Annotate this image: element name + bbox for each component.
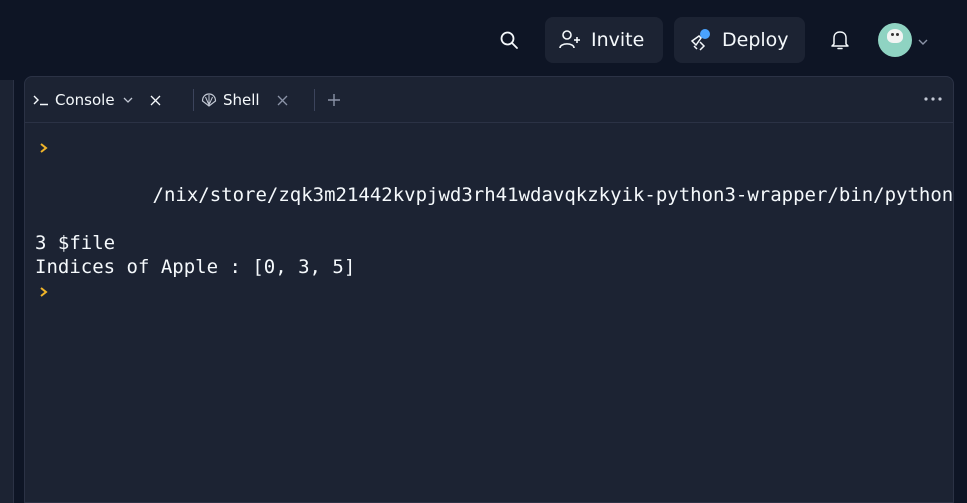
tab-divider (314, 89, 315, 111)
deploy-button[interactable]: Deploy (674, 17, 805, 63)
side-panel-edge (0, 80, 14, 503)
plus-icon (328, 94, 340, 106)
bell-icon[interactable] (828, 27, 852, 53)
tab-shell[interactable]: Shell (201, 77, 311, 123)
deploy-label: Deploy (722, 29, 789, 51)
top-bar: Invite Deploy (0, 0, 967, 80)
add-tab-button[interactable] (324, 90, 344, 110)
console-line-text: /nix/store/zqk3m21442kvpjwd3rh41wdavqkzk… (152, 184, 954, 206)
console-panel: Console Shell /nix/store/zqk3m21442kvpjw… (24, 76, 954, 503)
terminal-icon (33, 92, 49, 108)
account-menu[interactable] (878, 22, 940, 58)
console-line: Indices of Apple : [0, 3, 5] (35, 255, 943, 279)
prompt-icon (40, 143, 48, 153)
close-icon[interactable] (276, 93, 290, 107)
console-input-line[interactable] (35, 279, 943, 375)
close-icon[interactable] (149, 93, 163, 107)
avatar (878, 23, 912, 57)
tab-shell-label: Shell (223, 91, 260, 109)
more-options-icon[interactable] (921, 89, 945, 109)
deploy-icon (688, 27, 714, 53)
tab-console-label: Console (55, 91, 115, 109)
console-line-text: 3 $file (35, 232, 116, 254)
console-line-text: Indices of Apple : [0, 3, 5] (35, 256, 356, 278)
chevron-down-icon[interactable] (123, 94, 135, 106)
console-line: /nix/store/zqk3m21442kvpjwd3rh41wdavqkzk… (35, 135, 953, 231)
workspace: Invite Deploy Console Shell /nix/store/z… (0, 0, 967, 503)
prompt-icon (40, 287, 48, 297)
invite-label: Invite (591, 29, 645, 51)
console-output[interactable]: /nix/store/zqk3m21442kvpjwd3rh41wdavqkzk… (25, 123, 953, 502)
add-user-icon (557, 27, 583, 53)
search-icon[interactable] (497, 28, 521, 52)
shell-icon (201, 92, 217, 108)
tab-bar: Console Shell (25, 77, 953, 123)
tab-console[interactable]: Console (33, 77, 191, 123)
chevron-down-icon (918, 31, 928, 50)
invite-button[interactable]: Invite (545, 17, 663, 63)
tab-divider (193, 89, 194, 111)
console-line: 3 $file (35, 231, 943, 255)
